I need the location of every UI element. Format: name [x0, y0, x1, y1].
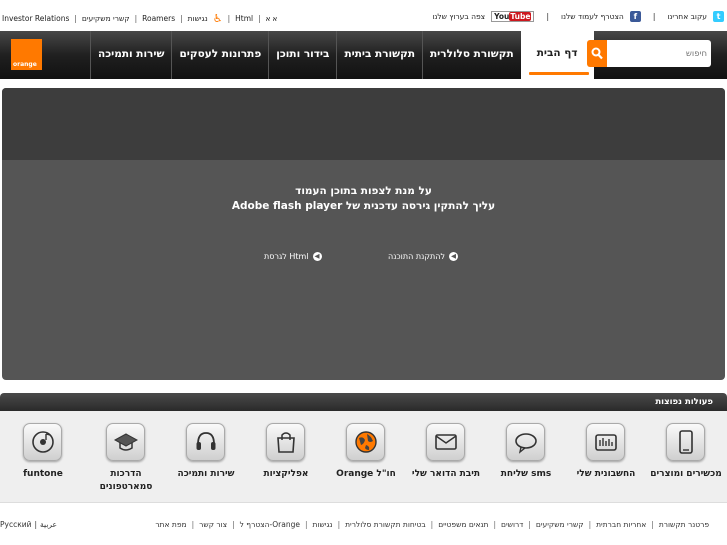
join-page-link[interactable]: הצטרף לעמוד שלנו	[561, 12, 624, 21]
roamers-link[interactable]: Roamers	[142, 14, 175, 23]
flash-required-message: על מנת לצפות בתוכן העמוד עליך להתקין גיר…	[231, 185, 496, 212]
quick-action-devices[interactable]: מכשירים ומוצרים	[646, 411, 726, 503]
quick-action-apps[interactable]: אפליקציות	[246, 411, 326, 503]
language-links: Русский | عربية	[0, 520, 58, 529]
footer-link[interactable]: מפת אתר	[155, 520, 186, 529]
quick-action-invoice[interactable]: החשבונית שלי	[566, 411, 646, 503]
arabic-link[interactable]: عربية	[40, 520, 57, 529]
youtube-icon[interactable]: YouTube	[491, 11, 535, 22]
arrow-bullet-icon: ◀	[449, 252, 459, 261]
nav-item-business[interactable]: פתרונות לעסקים	[171, 31, 268, 79]
nav-item-support[interactable]: שירות ותמיכה	[90, 31, 171, 79]
search-button[interactable]	[587, 40, 607, 67]
follow-link[interactable]: עקוב אחרינו	[667, 12, 707, 21]
invoice-icon	[586, 423, 625, 461]
font-size-toggle[interactable]: א א	[266, 15, 278, 23]
html-version-link[interactable]: Html	[235, 14, 253, 23]
footer-link[interactable]: צור קשר	[199, 520, 227, 529]
footer-link[interactable]: פרטנר תקשורת	[659, 520, 709, 529]
quick-action-orange-abroad[interactable]: Orange חו"ל	[326, 411, 406, 503]
search-icon	[591, 47, 603, 60]
nav-menu: דף הבית תקשורת סלולרית תקשורת ביתית בידו…	[90, 30, 594, 79]
top-utility-links: Investor Relations | קשרי משקיעים | Roam…	[2, 12, 278, 25]
install-flash-link[interactable]: להתקנת התוכנה ◀	[388, 252, 459, 261]
facebook-icon[interactable]: f	[629, 11, 641, 22]
footer-link[interactable]: אחריות חברתית	[596, 520, 646, 529]
investor-relations-link[interactable]: Investor Relations	[2, 14, 69, 23]
footer-link[interactable]: הצטרף ל-Orange	[240, 520, 300, 529]
footer: Русский | عربية פרטנר תקשורת | אחריות חב…	[0, 520, 727, 534]
search-box	[587, 40, 711, 67]
nav-item-entertainment[interactable]: בידור ותוכן	[268, 31, 336, 79]
shopping-bag-icon	[266, 423, 305, 461]
footer-link[interactable]: נגישות	[313, 520, 333, 529]
nav-item-mobile[interactable]: תקשורת סלולרית	[422, 31, 521, 79]
globe-icon	[346, 423, 385, 461]
quick-action-smartphone-guides[interactable]: הדרכות סמארטפונים	[86, 411, 166, 503]
quick-actions-header: פעולות נפוצות	[0, 393, 727, 411]
arrow-bullet-icon: ◀	[312, 252, 322, 261]
russian-link[interactable]: Русский	[0, 520, 32, 529]
headset-icon	[186, 423, 225, 461]
footer-link[interactable]: קשרי משקיעים	[536, 520, 584, 529]
phone-icon	[666, 423, 705, 461]
footer-link[interactable]: תנאים משפטיים	[438, 520, 488, 529]
quick-action-funtone[interactable]: funtone	[3, 411, 83, 503]
quick-action-support[interactable]: שירות ותמיכה	[166, 411, 246, 503]
quick-actions-panel: מכשירים ומוצרים החשבונית שלי שליחת sms ת…	[0, 411, 727, 503]
quick-action-mailbox[interactable]: תיבת הדואר שלי	[406, 411, 486, 503]
quick-action-sms[interactable]: שליחת sms	[486, 411, 566, 503]
footer-links: פרטנר תקשורת | אחריות חברתית | קשרי משקי…	[155, 520, 709, 529]
nav-item-home[interactable]: דף הבית	[520, 30, 594, 79]
accessibility-link[interactable]: נגישות	[188, 14, 208, 23]
social-links: צפה בערוץ שלנו YouTube | הצטרף לעמוד שלנ…	[432, 11, 724, 22]
html-version-link[interactable]: לגרסת Html ◀	[264, 252, 322, 261]
footer-link[interactable]: דרושים	[501, 520, 523, 529]
investor-contact-link[interactable]: קשרי משקיעים	[82, 14, 130, 23]
top-utility-bar: Investor Relations | קשרי משקיעים | Roam…	[0, 0, 727, 31]
watch-channel-link[interactable]: צפה בערוץ שלנו	[432, 12, 485, 21]
twitter-icon[interactable]: t	[713, 11, 724, 22]
main-navigation: orange דף הבית תקשורת סלולרית תקשורת בית…	[0, 30, 727, 79]
footer-link[interactable]: בטיחות תקשורת סלולרית	[345, 520, 426, 529]
flash-content-area: על מנת לצפות בתוכן העמוד עליך להתקין גיר…	[2, 88, 725, 380]
sms-bubble-icon	[506, 423, 545, 461]
search-input[interactable]	[611, 44, 707, 63]
music-disc-icon	[23, 423, 62, 461]
quick-actions-title: פעולות נפוצות	[655, 397, 713, 407]
graduation-cap-icon	[106, 423, 145, 461]
nav-item-home-communication[interactable]: תקשורת ביתית	[336, 31, 422, 79]
mail-icon	[426, 423, 465, 461]
wheelchair-icon[interactable]: ♿	[213, 12, 223, 25]
orange-logo[interactable]: orange	[11, 39, 42, 70]
